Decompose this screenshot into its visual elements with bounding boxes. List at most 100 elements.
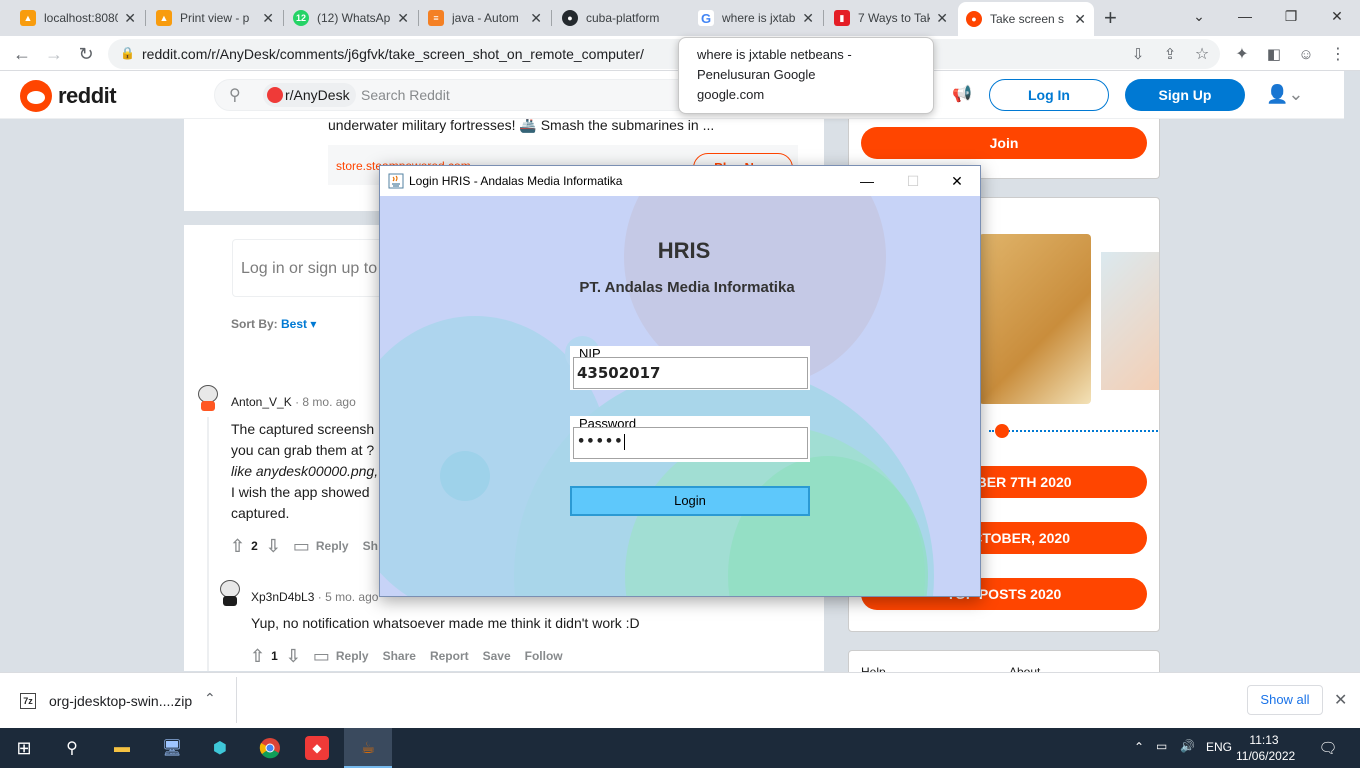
search-icon[interactable]: ⚲ <box>58 734 86 762</box>
reload-icon[interactable]: ↻ <box>72 40 100 68</box>
omnibox-suggestion-popup[interactable]: where is jxtable netbeans - Penelusuran … <box>678 37 934 114</box>
comment-author[interactable]: Xp3nD4bL3 <box>251 590 314 604</box>
volume-icon[interactable]: 🔊 <box>1180 739 1195 753</box>
subreddit-chip[interactable]: r/AnyDesk <box>263 83 356 107</box>
sort-dropdown[interactable]: Sort By: Best ▾ <box>231 317 316 331</box>
doge-meme-image[interactable] <box>979 234 1091 404</box>
join-button[interactable]: Join <box>861 127 1147 159</box>
system-clock[interactable]: 11:13 11/06/2022 <box>1236 732 1295 764</box>
back-icon[interactable]: ← <box>8 40 36 68</box>
download-file-name[interactable]: org-jdesktop-swin....zip <box>49 693 192 709</box>
menu-icon[interactable]: ⋮ <box>1324 40 1352 68</box>
close-window-button[interactable]: ✕ <box>1314 0 1360 32</box>
downvote-icon[interactable]: ⇩ <box>286 646 301 667</box>
reply-icon[interactable]: ▭ <box>313 646 330 667</box>
anydesk-icon[interactable]: ◆ <box>305 736 329 760</box>
tab-7-ways[interactable]: ▮ 7 Ways to Tak ✕ <box>826 4 956 32</box>
notification-icon[interactable]: 🗨 <box>1314 734 1342 762</box>
share-button[interactable]: Share <box>383 649 416 663</box>
profile-avatar[interactable]: ☺ <box>1292 40 1320 68</box>
avatar[interactable] <box>216 576 244 608</box>
forward-icon[interactable]: → <box>40 40 68 68</box>
minimize-button[interactable]: — <box>1222 0 1268 32</box>
comment-body: Yup, no notification whatsoever made me … <box>251 613 640 634</box>
tab-github[interactable]: ● cuba-platform <box>554 4 686 32</box>
dialog-title: Login HRIS - Andalas Media Informatika <box>409 174 623 188</box>
tab-stackoverflow[interactable]: ≡ java - Autom ✕ <box>420 4 550 32</box>
zip-file-icon[interactable]: 7z <box>20 693 36 709</box>
chrome-icon[interactable] <box>256 734 284 762</box>
windows-start-icon[interactable]: ⊞ <box>10 734 38 762</box>
thread-line[interactable] <box>207 417 209 671</box>
baby-meme-image[interactable] <box>1101 252 1159 390</box>
dialog-maximize-button[interactable]: ☐ <box>890 166 936 196</box>
reddit-logo-icon[interactable] <box>20 80 52 112</box>
reddit-search-input[interactable]: ⚲ r/AnyDesk Search Reddit <box>214 79 714 111</box>
file-explorer-icon[interactable]: ▬ <box>108 734 136 762</box>
follow-button[interactable]: Follow <box>525 649 563 663</box>
tab-separator <box>551 10 552 26</box>
tab-reddit-active[interactable]: ● Take screen s ✕ <box>958 2 1094 36</box>
share-button[interactable]: Sh <box>363 539 378 553</box>
reddit-wordmark[interactable]: reddit <box>58 83 117 109</box>
reddit-header: reddit ⚲ r/AnyDesk Search Reddit 📢 Log I… <box>0 71 1344 119</box>
login-button[interactable]: Login <box>570 486 810 516</box>
remote-desktop-icon[interactable]: 🖥 <box>158 734 186 762</box>
reply-icon[interactable]: ▭ <box>293 536 310 557</box>
dialog-title-bar[interactable]: Login HRIS - Andalas Media Informatika —… <box>380 166 980 196</box>
language-indicator[interactable]: ENG <box>1206 740 1232 754</box>
nip-fieldset: NIP 43502017 <box>570 346 810 390</box>
dialog-minimize-button[interactable]: — <box>844 166 890 196</box>
reddit-signup-button[interactable]: Sign Up <box>1125 79 1245 111</box>
save-button[interactable]: Save <box>483 649 511 663</box>
avatar[interactable] <box>194 381 222 413</box>
comment-age[interactable]: 5 mo. ago <box>325 590 378 604</box>
comment-line: captured. <box>231 505 290 521</box>
comment-age[interactable]: 8 mo. ago <box>302 395 355 409</box>
close-tab-icon[interactable]: ✕ <box>530 10 542 27</box>
show-all-button[interactable]: Show all <box>1247 685 1323 715</box>
bookmark-star-icon[interactable]: ☆ <box>1188 40 1216 68</box>
chevron-up-icon[interactable]: ⌃ <box>204 690 216 707</box>
reply-button[interactable]: Reply <box>316 539 349 553</box>
upvote-icon[interactable]: ⇧ <box>230 536 245 557</box>
downvote-icon[interactable]: ⇩ <box>266 536 281 557</box>
java-app-taskbar-button[interactable]: ☕ <box>344 728 392 768</box>
share-icon[interactable]: ⇪ <box>1156 40 1184 68</box>
restore-button[interactable]: ❐ <box>1268 0 1314 32</box>
tab-google-search[interactable]: G where is jxtab ✕ <box>690 4 822 32</box>
url-text[interactable]: reddit.com/r/AnyDesk/comments/j6gfvk/tak… <box>142 46 644 62</box>
close-tab-icon[interactable]: ✕ <box>936 10 948 27</box>
close-shelf-icon[interactable]: ✕ <box>1334 690 1347 710</box>
chevron-up-icon[interactable]: ⌃ <box>1134 740 1144 754</box>
network-icon[interactable]: ▭ <box>1156 739 1167 753</box>
advertise-icon[interactable]: 📢 <box>946 84 978 108</box>
user-menu-icon[interactable]: 👤⌄ <box>1266 84 1304 105</box>
address-bar[interactable]: 🔒 reddit.com/r/AnyDesk/comments/j6gfvk/t… <box>108 39 1220 69</box>
carousel-indicator[interactable] <box>995 424 1009 438</box>
new-tab-button[interactable]: + <box>1100 4 1128 32</box>
tab-localhost[interactable]: ▲ localhost:8080 ✕ <box>12 4 144 32</box>
reply-button[interactable]: Reply <box>336 649 369 663</box>
netbeans-icon[interactable]: ⬢ <box>206 734 234 762</box>
tab-search-icon[interactable]: ⌄ <box>1176 0 1222 32</box>
close-tab-icon[interactable]: ✕ <box>1074 11 1086 28</box>
close-tab-icon[interactable]: ✕ <box>802 10 814 27</box>
upvote-icon[interactable]: ⇧ <box>250 646 265 667</box>
side-panel-icon[interactable]: ◧ <box>1260 40 1288 68</box>
password-input[interactable]: ••••• <box>573 427 808 459</box>
extensions-icon[interactable]: ✦ <box>1228 40 1256 68</box>
text-cursor <box>623 434 625 450</box>
github-icon: ● <box>562 10 578 26</box>
close-tab-icon[interactable]: ✕ <box>124 10 136 27</box>
dialog-close-button[interactable]: ✕ <box>934 166 980 196</box>
nip-input[interactable]: 43502017 <box>573 357 808 389</box>
report-button[interactable]: Report <box>430 649 469 663</box>
tab-whatsapp[interactable]: 12 (12) WhatsApp ✕ <box>285 4 417 32</box>
tab-print-view[interactable]: ▲ Print view - p ✕ <box>148 4 282 32</box>
reddit-login-button[interactable]: Log In <box>989 79 1109 111</box>
install-icon[interactable]: ⇩ <box>1124 40 1152 68</box>
comment-author[interactable]: Anton_V_K <box>231 395 292 409</box>
close-tab-icon[interactable]: ✕ <box>397 10 409 27</box>
close-tab-icon[interactable]: ✕ <box>262 10 274 27</box>
